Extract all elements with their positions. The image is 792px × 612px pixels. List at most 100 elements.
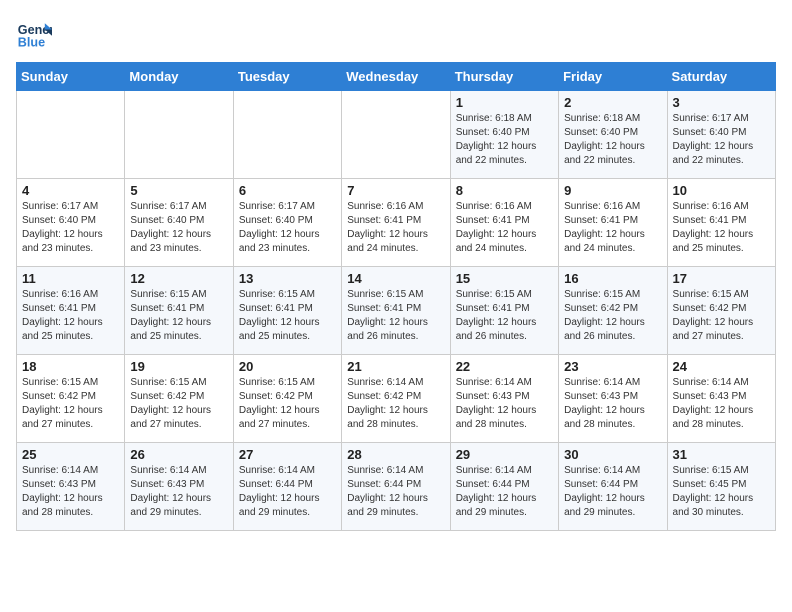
calendar-cell [125, 91, 233, 179]
calendar-cell: 5 Sunrise: 6:17 AM Sunset: 6:40 PM Daylig… [125, 179, 233, 267]
day-info: Sunrise: 6:15 AM Sunset: 6:41 PM Dayligh… [456, 288, 553, 344]
calendar-cell: 19 Sunrise: 6:15 AM Sunset: 6:42 PM Dayli… [125, 355, 233, 443]
calendar-cell: 7 Sunrise: 6:16 AM Sunset: 6:41 PM Daylig… [342, 179, 450, 267]
day-info: Sunrise: 6:14 AM Sunset: 6:43 PM Dayligh… [564, 376, 661, 432]
weekday-header: Thursday [450, 63, 558, 91]
day-info: Sunrise: 6:16 AM Sunset: 6:41 PM Dayligh… [456, 200, 553, 256]
day-info: Sunrise: 6:17 AM Sunset: 6:40 PM Dayligh… [130, 200, 227, 256]
day-info: Sunrise: 6:15 AM Sunset: 6:45 PM Dayligh… [673, 464, 770, 520]
day-number: 30 [564, 447, 661, 462]
weekday-header: Monday [125, 63, 233, 91]
day-info: Sunrise: 6:15 AM Sunset: 6:42 PM Dayligh… [130, 376, 227, 432]
day-number: 26 [130, 447, 227, 462]
calendar-week-row: 4 Sunrise: 6:17 AM Sunset: 6:40 PM Daylig… [17, 179, 776, 267]
calendar-cell: 15 Sunrise: 6:15 AM Sunset: 6:41 PM Dayli… [450, 267, 558, 355]
svg-text:Blue: Blue [18, 36, 45, 50]
weekday-header: Tuesday [233, 63, 341, 91]
day-info: Sunrise: 6:17 AM Sunset: 6:40 PM Dayligh… [239, 200, 336, 256]
calendar-cell: 30 Sunrise: 6:14 AM Sunset: 6:44 PM Dayli… [559, 443, 667, 531]
calendar-cell: 26Sunrise: 6:14 AM Sunset: 6:43 PM Dayli… [125, 443, 233, 531]
calendar-cell: 8 Sunrise: 6:16 AM Sunset: 6:41 PM Daylig… [450, 179, 558, 267]
day-info: Sunrise: 6:15 AM Sunset: 6:41 PM Dayligh… [239, 288, 336, 344]
day-info: Sunrise: 6:15 AM Sunset: 6:42 PM Dayligh… [239, 376, 336, 432]
day-number: 2 [564, 95, 661, 110]
calendar-week-row: 11Sunrise: 6:16 AM Sunset: 6:41 PM Dayli… [17, 267, 776, 355]
day-info: Sunrise: 6:14 AM Sunset: 6:42 PM Dayligh… [347, 376, 444, 432]
day-number: 17 [673, 271, 770, 286]
calendar-cell: 18Sunrise: 6:15 AM Sunset: 6:42 PM Dayli… [17, 355, 125, 443]
day-info: Sunrise: 6:15 AM Sunset: 6:42 PM Dayligh… [673, 288, 770, 344]
day-number: 8 [456, 183, 553, 198]
day-number: 31 [673, 447, 770, 462]
calendar-cell: 1 Sunrise: 6:18 AM Sunset: 6:40 PM Daylig… [450, 91, 558, 179]
day-info: Sunrise: 6:15 AM Sunset: 6:42 PM Dayligh… [22, 376, 119, 432]
day-number: 4 [22, 183, 119, 198]
day-info: Sunrise: 6:17 AM Sunset: 6:40 PM Dayligh… [673, 112, 770, 168]
day-info: Sunrise: 6:14 AM Sunset: 6:44 PM Dayligh… [564, 464, 661, 520]
calendar-cell [17, 91, 125, 179]
weekday-header: Friday [559, 63, 667, 91]
day-info: Sunrise: 6:15 AM Sunset: 6:42 PM Dayligh… [564, 288, 661, 344]
day-number: 20 [239, 359, 336, 374]
calendar-cell: 9 Sunrise: 6:16 AM Sunset: 6:41 PM Daylig… [559, 179, 667, 267]
weekday-header: Saturday [667, 63, 775, 91]
day-number: 23 [564, 359, 661, 374]
calendar-cell: 31 Sunrise: 6:15 AM Sunset: 6:45 PM Dayli… [667, 443, 775, 531]
day-info: Sunrise: 6:17 AM Sunset: 6:40 PM Dayligh… [22, 200, 119, 256]
day-info: Sunrise: 6:16 AM Sunset: 6:41 PM Dayligh… [347, 200, 444, 256]
calendar-week-row: 18Sunrise: 6:15 AM Sunset: 6:42 PM Dayli… [17, 355, 776, 443]
day-info: Sunrise: 6:15 AM Sunset: 6:41 PM Dayligh… [347, 288, 444, 344]
day-number: 15 [456, 271, 553, 286]
calendar-cell: 4 Sunrise: 6:17 AM Sunset: 6:40 PM Daylig… [17, 179, 125, 267]
day-info: Sunrise: 6:15 AM Sunset: 6:41 PM Dayligh… [130, 288, 227, 344]
day-number: 19 [130, 359, 227, 374]
day-info: Sunrise: 6:14 AM Sunset: 6:44 PM Dayligh… [239, 464, 336, 520]
weekday-header: Sunday [17, 63, 125, 91]
day-number: 5 [130, 183, 227, 198]
day-info: Sunrise: 6:16 AM Sunset: 6:41 PM Dayligh… [673, 200, 770, 256]
calendar-cell: 16 Sunrise: 6:15 AM Sunset: 6:42 PM Dayli… [559, 267, 667, 355]
day-number: 27 [239, 447, 336, 462]
calendar-cell: 3 Sunrise: 6:17 AM Sunset: 6:40 PM Daylig… [667, 91, 775, 179]
day-info: Sunrise: 6:14 AM Sunset: 6:43 PM Dayligh… [456, 376, 553, 432]
day-number: 16 [564, 271, 661, 286]
day-info: Sunrise: 6:18 AM Sunset: 6:40 PM Dayligh… [564, 112, 661, 168]
page-header: General Blue [16, 16, 776, 52]
calendar-cell: 10 Sunrise: 6:16 AM Sunset: 6:41 PM Dayli… [667, 179, 775, 267]
calendar-cell: 11Sunrise: 6:16 AM Sunset: 6:41 PM Dayli… [17, 267, 125, 355]
calendar-cell: 14 Sunrise: 6:15 AM Sunset: 6:41 PM Dayli… [342, 267, 450, 355]
day-info: Sunrise: 6:18 AM Sunset: 6:40 PM Dayligh… [456, 112, 553, 168]
weekday-header: Wednesday [342, 63, 450, 91]
day-number: 28 [347, 447, 444, 462]
calendar-cell: 12 Sunrise: 6:15 AM Sunset: 6:41 PM Dayli… [125, 267, 233, 355]
day-number: 6 [239, 183, 336, 198]
day-info: Sunrise: 6:16 AM Sunset: 6:41 PM Dayligh… [22, 288, 119, 344]
day-number: 13 [239, 271, 336, 286]
day-number: 10 [673, 183, 770, 198]
day-number: 3 [673, 95, 770, 110]
calendar-cell: 27 Sunrise: 6:14 AM Sunset: 6:44 PM Dayli… [233, 443, 341, 531]
day-info: Sunrise: 6:16 AM Sunset: 6:41 PM Dayligh… [564, 200, 661, 256]
calendar-cell: 6 Sunrise: 6:17 AM Sunset: 6:40 PM Daylig… [233, 179, 341, 267]
logo: General Blue [16, 16, 52, 52]
calendar-cell: 21 Sunrise: 6:14 AM Sunset: 6:42 PM Dayli… [342, 355, 450, 443]
calendar-cell [233, 91, 341, 179]
day-number: 9 [564, 183, 661, 198]
calendar-cell: 13 Sunrise: 6:15 AM Sunset: 6:41 PM Dayli… [233, 267, 341, 355]
day-number: 7 [347, 183, 444, 198]
calendar-week-row: 1 Sunrise: 6:18 AM Sunset: 6:40 PM Daylig… [17, 91, 776, 179]
calendar-cell: 23 Sunrise: 6:14 AM Sunset: 6:43 PM Dayli… [559, 355, 667, 443]
calendar-cell: 28Sunrise: 6:14 AM Sunset: 6:44 PM Dayli… [342, 443, 450, 531]
day-number: 21 [347, 359, 444, 374]
day-number: 22 [456, 359, 553, 374]
calendar-cell: 25 Sunrise: 6:14 AM Sunset: 6:43 PM Dayli… [17, 443, 125, 531]
calendar-cell: 17 Sunrise: 6:15 AM Sunset: 6:42 PM Dayli… [667, 267, 775, 355]
day-number: 12 [130, 271, 227, 286]
day-number: 14 [347, 271, 444, 286]
day-number: 29 [456, 447, 553, 462]
day-info: Sunrise: 6:14 AM Sunset: 6:43 PM Dayligh… [22, 464, 119, 520]
calendar-cell [342, 91, 450, 179]
day-number: 25 [22, 447, 119, 462]
calendar-cell: 29Sunrise: 6:14 AM Sunset: 6:44 PM Dayli… [450, 443, 558, 531]
day-number: 1 [456, 95, 553, 110]
